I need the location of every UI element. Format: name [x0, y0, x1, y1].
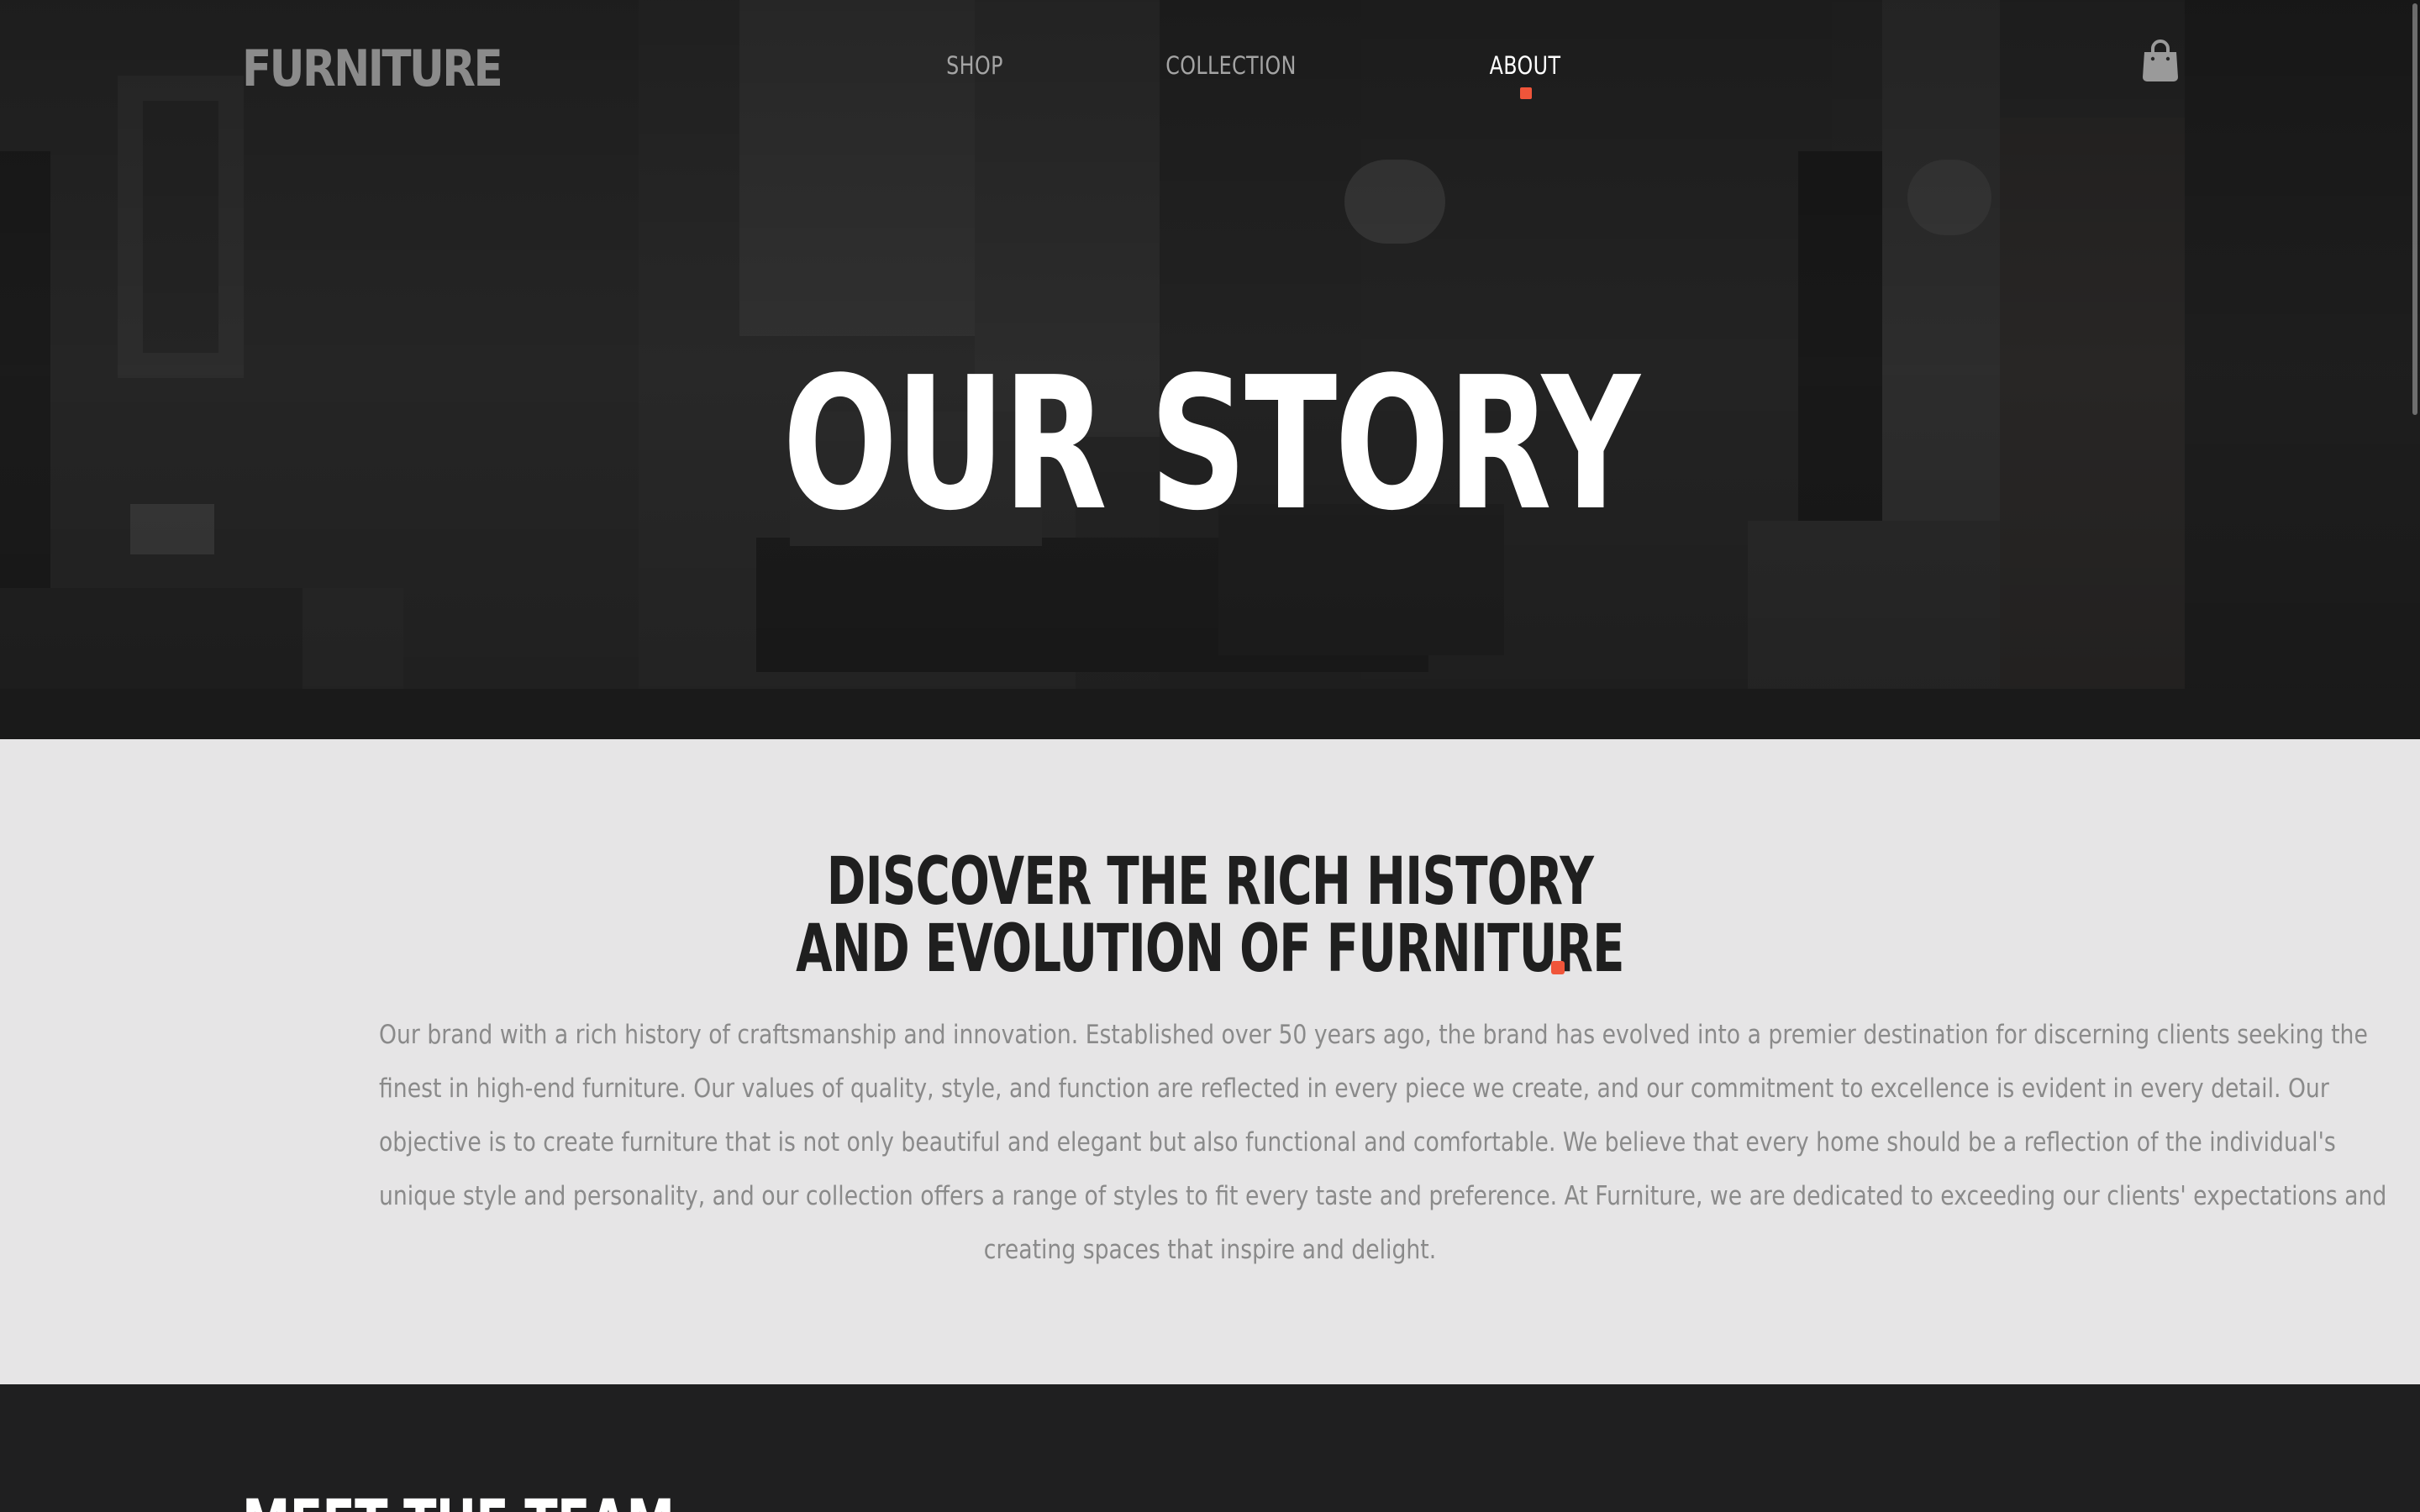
- active-nav-indicator: [1520, 87, 1532, 99]
- about-heading: DISCOVER THE RICH HISTORY AND EVOLUTION …: [339, 848, 2081, 983]
- about-body-line: unique style and personality, and our co…: [379, 1181, 2387, 1211]
- top-navigation: FURNITURE SHOP COLLECTION ABOUT: [0, 0, 2420, 134]
- hero-section: FURNITURE SHOP COLLECTION ABOUT OUR STOR…: [0, 0, 2420, 739]
- about-body-line: finest in high-end furniture. Our values…: [379, 1074, 2329, 1104]
- shopping-bag-icon[interactable]: [2141, 39, 2180, 82]
- about-heading-line-2: AND EVOLUTION OF FURNITURE: [796, 911, 1624, 987]
- logo[interactable]: FURNITURE: [242, 37, 503, 101]
- nav-link-shop[interactable]: SHOP: [919, 49, 1029, 82]
- page-scrollbar[interactable]: [2408, 0, 2420, 1512]
- about-body-line: creating spaces that inspire and delight…: [983, 1235, 1437, 1265]
- team-title: MEET THE TEAM: [242, 1487, 675, 1512]
- heading-accent-dot: [1551, 961, 1565, 974]
- hero-title: OUR STORY: [782, 339, 1639, 551]
- scrollbar-thumb[interactable]: [2412, 3, 2417, 415]
- nav-link-about[interactable]: ABOUT: [1474, 49, 1577, 82]
- page: FURNITURE SHOP COLLECTION ABOUT OUR STOR…: [0, 0, 2420, 1512]
- about-body-line: Our brand with a rich history of craftsm…: [379, 1020, 2368, 1050]
- team-section: MEET THE TEAM: [0, 1384, 2420, 1512]
- nav-link-collection[interactable]: COLLECTION: [1165, 49, 1297, 82]
- about-body-text: Our brand with a rich history of craftsm…: [244, 1008, 2387, 1277]
- about-section: DISCOVER THE RICH HISTORY AND EVOLUTION …: [0, 739, 2420, 1384]
- about-body-line: objective is to create furniture that is…: [379, 1127, 2336, 1158]
- about-heading-line-1: DISCOVER THE RICH HISTORY: [826, 844, 1594, 920]
